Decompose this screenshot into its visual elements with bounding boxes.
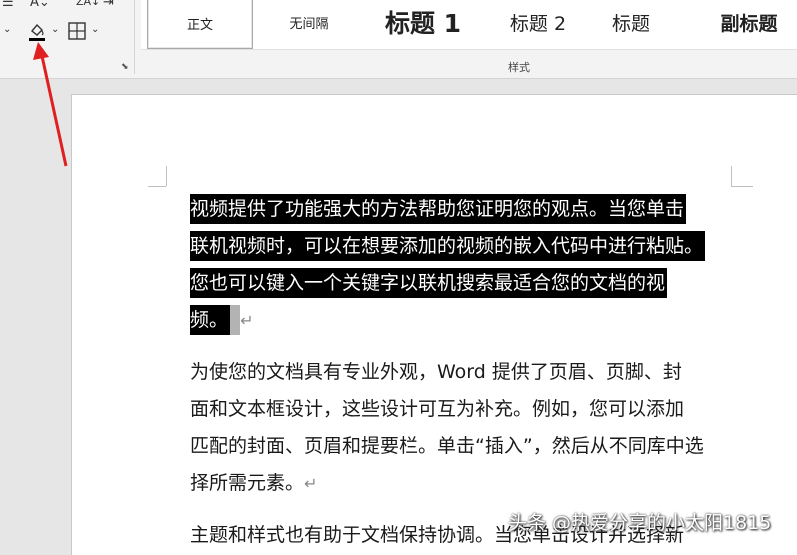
line-spacing-icon[interactable]: ☰ [2, 0, 14, 9]
text-line: 匹配的封面、页眉和提要栏。单击“插入”，然后从不同库中选 [190, 435, 704, 457]
group-divider [134, 0, 135, 74]
highlighted-text[interactable]: 您也可以键入一个关键字以联机搜索最适合您的文档的视 [190, 268, 668, 298]
document-page[interactable]: 视频提供了功能强大的方法帮助您证明您的观点。当您单击 联机视频时，可以在想要添加… [71, 94, 797, 555]
crop-mark [148, 186, 166, 187]
style-no-spacing[interactable]: 无间隔 [259, 0, 359, 47]
highlighted-text[interactable]: 视频提供了功能强大的方法帮助您证明您的观点。当您单击 [190, 194, 687, 224]
style-subtitle[interactable]: 副标题 [701, 0, 797, 47]
highlighted-text[interactable]: 联机视频时，可以在想要添加的视频的嵌入代码中进行粘贴。 [190, 231, 706, 261]
sort-icon[interactable]: ZA↓ [76, 0, 100, 7]
text-line: 择所需元素。 [190, 472, 305, 494]
styles-group-label: 样式 [508, 61, 530, 74]
font-icon[interactable]: A⌄ [30, 0, 50, 9]
borders-icon[interactable] [68, 22, 86, 43]
text-line: 面和文本框设计，这些设计可互为补充。例如，您可以添加 [190, 398, 685, 420]
ribbon: ☰ A⌄ ZA↓ ⇥ ⌄ ⌄ ⌄ ⬊ 正文 无间隔 标题 1 标题 2 标题 副… [0, 0, 797, 79]
styles-gallery: 正文 无间隔 标题 1 标题 2 标题 副标题 [141, 0, 797, 50]
chevron-down-icon[interactable]: ⌄ [91, 25, 99, 35]
style-heading-1[interactable]: 标题 1 [363, 0, 483, 47]
crop-mark [731, 166, 732, 186]
paragraph-dialog-launcher-icon[interactable]: ⬊ [121, 62, 129, 72]
show-formatting-icon[interactable]: ⇥ [103, 0, 114, 9]
chevron-down-icon[interactable]: ⌄ [3, 25, 11, 35]
style-normal[interactable]: 正文 [147, 0, 253, 49]
paragraph-mark: ↵ [240, 311, 254, 330]
shading-icon[interactable] [28, 22, 46, 45]
paragraph-1[interactable]: 视频提供了功能强大的方法帮助您证明您的观点。当您单击 联机视频时，可以在想要添加… [190, 191, 750, 339]
watermark: 头条 @热爱分享的小太阳1815 [508, 512, 772, 534]
style-title[interactable]: 标题 [591, 0, 671, 47]
chevron-down-icon[interactable]: ⌄ [51, 25, 59, 35]
crop-mark [166, 166, 167, 186]
crop-mark [731, 186, 753, 187]
paragraph-mark: ↵ [304, 474, 318, 493]
paragraph-2[interactable]: 为使您的文档具有专业外观，Word 提供了页眉、页脚、封 面和文本框设计，这些设… [190, 354, 750, 502]
highlighted-text[interactable]: 频。 [190, 305, 231, 335]
style-heading-2[interactable]: 标题 2 [484, 0, 592, 47]
text-line: 为使您的文档具有专业外观，Word 提供了页眉、页脚、封 [190, 361, 682, 383]
